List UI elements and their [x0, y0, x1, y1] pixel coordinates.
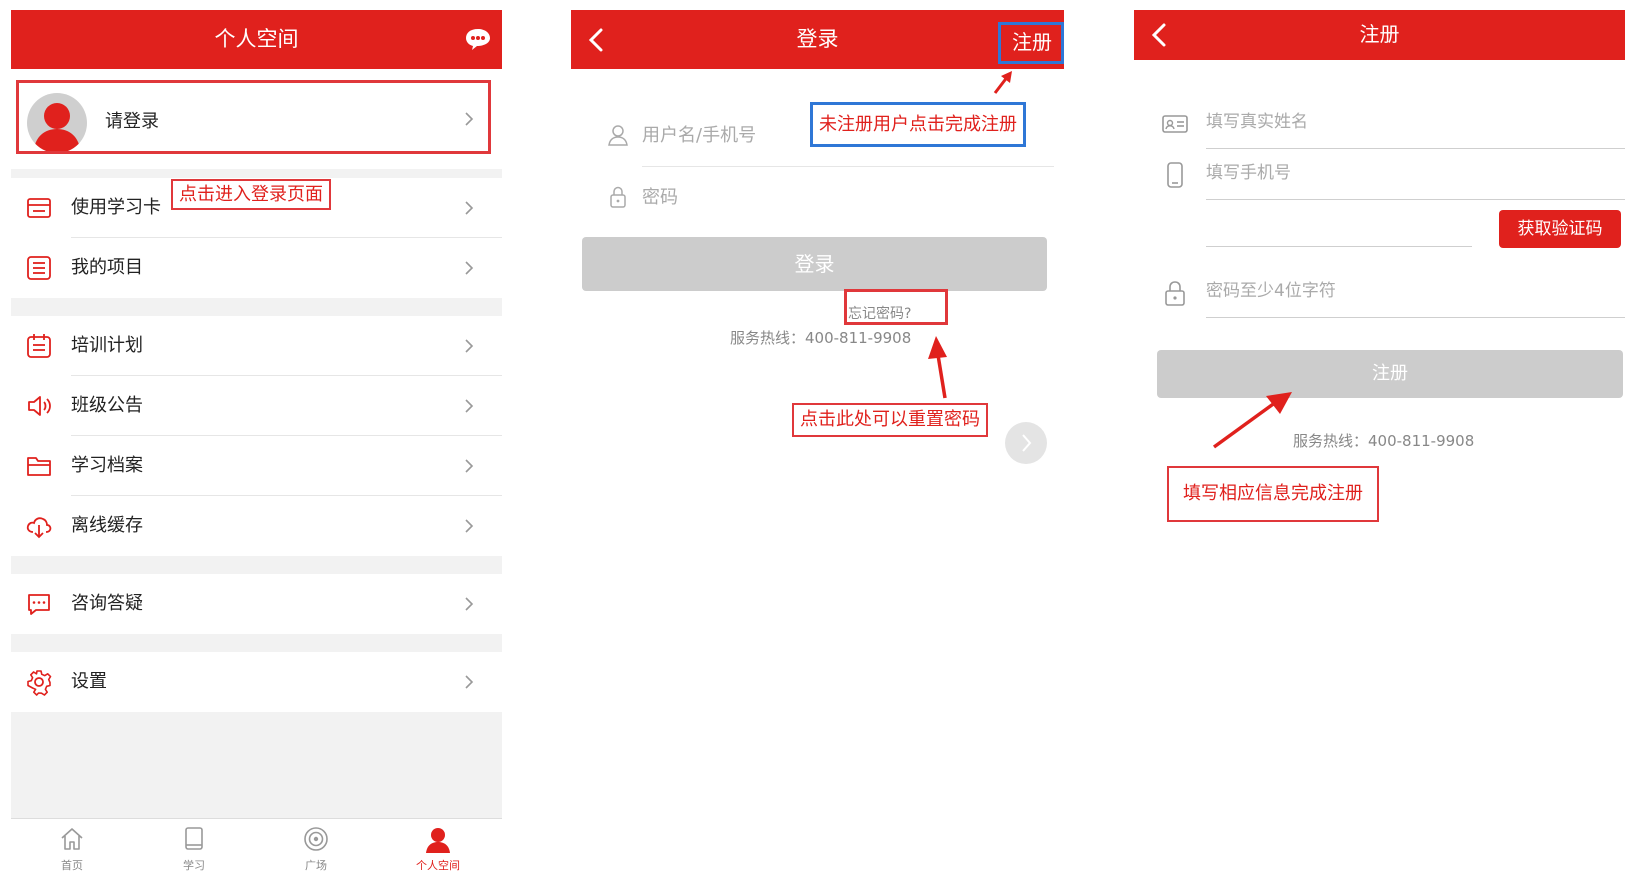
annotation-reset-hint: 点击此处可以重置密码 — [792, 403, 988, 437]
arrow-annotation-icon — [1212, 392, 1292, 449]
underline — [1206, 199, 1625, 200]
real-name-placeholder: 填写真实姓名 — [1206, 112, 1308, 132]
chat-bubble-icon[interactable] — [464, 27, 492, 51]
verification-code-underline — [1206, 246, 1472, 247]
menu-item-offline-cache[interactable]: 离线缓存 — [11, 496, 502, 556]
tab-personal-space[interactable]: 个人空间 — [377, 819, 499, 873]
calendar-icon — [27, 334, 51, 358]
username-placeholder: 用户名/手机号 — [642, 125, 757, 146]
menu-item-label: 学习档案 — [71, 455, 143, 476]
floating-next-button[interactable] — [1005, 422, 1047, 464]
menu-item-study-archive[interactable]: 学习档案 — [11, 436, 502, 496]
chevron-right-icon — [465, 597, 474, 611]
gear-icon — [27, 670, 52, 696]
register-button[interactable]: 注册 — [1157, 350, 1623, 398]
page-title: 注册 — [1359, 22, 1400, 46]
chevron-right-icon — [465, 459, 474, 473]
tab-label: 广场 — [305, 859, 327, 872]
chevron-right-icon — [465, 519, 474, 533]
tab-label: 个人空间 — [416, 859, 460, 872]
menu-item-label: 离线缓存 — [71, 515, 143, 536]
chevron-right-icon — [465, 399, 474, 413]
phone-placeholder: 填写手机号 — [1206, 163, 1291, 183]
annotation-register-form-hint: 填写相应信息完成注册 — [1167, 466, 1379, 522]
page-title: 登录 — [796, 27, 839, 51]
home-icon — [61, 828, 83, 850]
tab-study[interactable]: 学习 — [133, 819, 255, 873]
chevron-right-icon — [465, 261, 474, 275]
cloud-download-icon — [26, 517, 52, 539]
list-icon — [27, 256, 51, 280]
menu-item-label: 使用学习卡 — [71, 197, 161, 218]
card-icon — [27, 198, 51, 218]
menu-item-label: 班级公告 — [71, 395, 143, 416]
header-bar: 登录 注册 — [571, 10, 1064, 69]
page-title: 个人空间 — [214, 27, 299, 51]
menu-item-label: 咨询答疑 — [71, 593, 143, 614]
header-bar: 注册 — [1134, 10, 1625, 60]
message-icon — [28, 594, 50, 615]
register-screen: 注册 填写真实姓名 填写手机号 获取验证码 密码至少4位字符 注册 服务热线：4… — [1134, 10, 1625, 873]
highlight-register — [998, 22, 1064, 64]
arrow-annotation-icon — [993, 71, 1012, 94]
annotation-login-hint: 点击进入登录页面 — [171, 179, 331, 210]
chevron-right-icon — [465, 201, 474, 215]
service-hotline: 服务热线：400-811-9908 — [1293, 432, 1475, 450]
menu-item-settings[interactable]: 设置 — [11, 652, 502, 712]
login-button[interactable]: 登录 — [582, 237, 1047, 291]
menu-item-label: 我的项目 — [71, 257, 143, 278]
tab-plaza[interactable]: 广场 — [255, 819, 377, 873]
password-placeholder: 密码至少4位字符 — [1206, 281, 1336, 301]
annotation-register-hint: 未注册用户点击完成注册 — [810, 102, 1026, 147]
highlight-profile — [16, 80, 491, 154]
arrow-annotation-icon — [928, 336, 947, 399]
password-field[interactable]: 密码 — [606, 167, 1054, 229]
chevron-right-icon — [465, 339, 474, 353]
book-icon — [185, 827, 203, 850]
tab-label: 首页 — [61, 859, 83, 872]
chevron-right-icon — [465, 675, 474, 689]
password-placeholder: 密码 — [642, 187, 678, 208]
underline — [1206, 317, 1625, 318]
speaker-icon — [28, 396, 51, 416]
real-name-field[interactable]: 填写真实姓名 — [1162, 97, 1625, 149]
service-hotline: 服务热线：400-811-9908 — [730, 329, 912, 347]
tab-label: 学习 — [183, 859, 205, 872]
menu-item-training-plan[interactable]: 培训计划 — [11, 316, 502, 376]
person-icon — [426, 828, 450, 853]
password-field[interactable]: 密码至少4位字符 — [1162, 266, 1625, 318]
menu-item-class-notice[interactable]: 班级公告 — [11, 376, 502, 436]
folder-icon — [27, 457, 51, 476]
menu-item-label: 设置 — [71, 671, 107, 692]
get-code-button[interactable]: 获取验证码 — [1499, 210, 1621, 248]
chevron-right-icon — [1022, 434, 1032, 452]
id-card-icon — [1162, 115, 1188, 133]
user-icon — [608, 125, 628, 146]
menu-item-my-projects[interactable]: 我的项目 — [11, 238, 502, 298]
header-bar: 个人空间 — [11, 10, 502, 69]
menu-item-label: 培训计划 — [71, 335, 143, 356]
lock-icon — [1165, 281, 1185, 306]
bottom-tab-bar: 首页 学习 广场 个人空间 — [11, 818, 502, 873]
target-icon — [304, 827, 328, 851]
highlight-forgot-password — [844, 289, 948, 325]
menu-item-consult[interactable]: 咨询答疑 — [11, 574, 502, 634]
lock-icon — [610, 186, 626, 208]
phone-icon — [1167, 162, 1183, 188]
phone-field[interactable]: 填写手机号 — [1162, 148, 1625, 200]
tab-home[interactable]: 首页 — [11, 819, 133, 873]
